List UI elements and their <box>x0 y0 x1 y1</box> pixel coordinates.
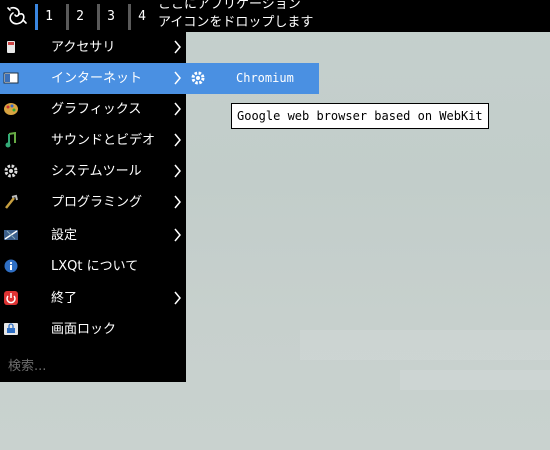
menu-item-leave[interactable]: 終了 <box>0 283 186 314</box>
chevron-right-icon <box>174 102 181 116</box>
workspace-1-button[interactable]: 1 <box>35 0 63 32</box>
chevron-right-icon <box>174 195 181 209</box>
lock-screen-icon <box>4 323 18 335</box>
quicklaunch-hint-line2: アイコンをドロップします <box>158 15 314 30</box>
quicklaunch-drop-area[interactable]: ここにアプリケーション アイコンをドロップします <box>158 0 318 32</box>
chromium-gear-icon <box>191 71 205 85</box>
lxqt-logo-icon <box>7 6 27 25</box>
chevron-right-icon <box>174 71 181 85</box>
programming-icon <box>5 194 18 209</box>
desktop-shade <box>300 330 550 360</box>
chevron-right-icon <box>174 133 181 147</box>
workspace-3-button[interactable]: 3 <box>97 0 125 32</box>
menu-item-system-tools[interactable]: システムツール <box>0 156 186 187</box>
workspace-2-button[interactable]: 2 <box>66 0 94 32</box>
menu-item-accessories[interactable]: アクセサリ <box>0 32 186 63</box>
menu-item-internet[interactable]: インターネット <box>0 63 186 94</box>
desktop-shade <box>400 370 550 390</box>
power-icon <box>4 291 18 305</box>
system-tools-icon <box>4 164 18 178</box>
application-menu: アクセサリ インターネット グラフィックス サウンドとビデオ システムツール プ… <box>0 32 186 382</box>
chevron-right-icon <box>174 228 181 242</box>
menu-item-settings[interactable]: 設定 <box>0 220 186 251</box>
chevron-right-icon <box>174 40 181 54</box>
menu-item-lock-screen[interactable]: 画面ロック <box>0 314 186 345</box>
quicklaunch-hint-line1: ここにアプリケーション <box>158 0 301 12</box>
settings-icon <box>4 230 18 240</box>
menu-item-about-lxqt[interactable]: LXQt について <box>0 251 186 282</box>
graphics-icon <box>4 103 18 115</box>
menu-item-sound-video[interactable]: サウンドとビデオ <box>0 125 186 156</box>
menu-item-graphics[interactable]: グラフィックス <box>0 94 186 125</box>
start-menu-button[interactable] <box>0 0 34 32</box>
chevron-right-icon <box>174 291 181 305</box>
tooltip: Google web browser based on WebKit <box>231 103 489 129</box>
menu-search-input[interactable]: 検索... <box>0 352 194 382</box>
accessories-icon <box>7 41 15 53</box>
internet-icon <box>3 72 19 84</box>
info-icon <box>4 259 18 273</box>
workspace-4-button[interactable]: 4 <box>128 0 156 32</box>
internet-submenu: Chromium <box>186 63 319 94</box>
sound-video-icon <box>5 132 16 148</box>
chevron-right-icon <box>174 164 181 178</box>
menu-item-programming[interactable]: プログラミング <box>0 187 186 218</box>
top-panel: 1 2 3 4 ここにアプリケーション アイコンをドロップします <box>0 0 550 32</box>
